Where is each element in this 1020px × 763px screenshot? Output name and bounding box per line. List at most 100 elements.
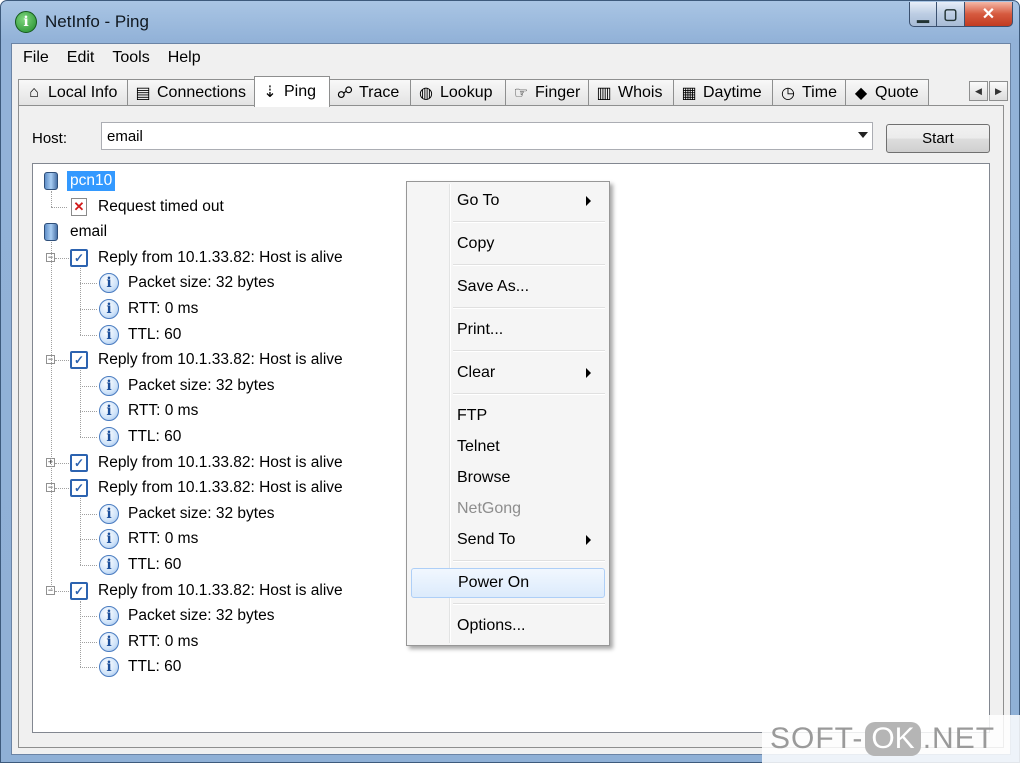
menu-separator xyxy=(453,221,605,223)
menu-help[interactable]: Help xyxy=(159,44,210,72)
menu-separator xyxy=(453,603,605,605)
tree-node-detail[interactable]: i Packet size: 32 bytes xyxy=(99,374,277,398)
window-controls: ▁ ▢ ✕ xyxy=(909,2,1013,27)
menu-bar: File Edit Tools Help xyxy=(12,44,1010,72)
tab-strip: ◀ ▶ ⌂ Local Info ▤ Connections ⇣ Ping ☍ Trace ◍ L… xyxy=(18,76,1008,107)
info-icon: i xyxy=(99,299,119,319)
tab-scroll-left-button[interactable]: ◀ xyxy=(969,81,988,101)
info-icon: i xyxy=(99,503,119,524)
menu-separator xyxy=(453,350,605,352)
tree-node-detail[interactable]: i RTT: 0 ms xyxy=(99,297,201,321)
tree-node-detail[interactable]: i RTT: 0 ms xyxy=(99,527,201,551)
ctx-item-clear[interactable]: Clear xyxy=(411,358,605,388)
reply-icon: ✓ xyxy=(69,453,89,473)
ctx-item-print[interactable]: Print... xyxy=(411,315,605,345)
ctx-item-go-to[interactable]: Go To xyxy=(411,186,605,216)
calendar-icon: ▦ xyxy=(681,84,697,102)
host-computer-icon xyxy=(41,171,61,191)
tab-trace[interactable]: ☍ Trace xyxy=(329,79,411,105)
tree-node-reply[interactable]: ✓ Reply from 10.1.33.82: Host is alive xyxy=(69,476,346,500)
minimize-button[interactable]: ▁ xyxy=(909,2,937,27)
tab-finger[interactable]: ☞ Finger xyxy=(505,79,589,105)
ctx-item-label: Power On xyxy=(458,574,530,591)
context-menu: Go To Copy Save As... Print... Clear FTP Telne… xyxy=(406,181,610,646)
start-button[interactable]: Start xyxy=(886,124,990,153)
tree-node-reply[interactable]: ✓ Reply from 10.1.33.82: Host is alive xyxy=(69,579,346,603)
tab-time[interactable]: ◷ Time xyxy=(772,79,846,105)
tree-node-detail[interactable]: i TTL: 60 xyxy=(99,553,184,577)
book-icon: ▥ xyxy=(596,84,612,102)
menu-edit[interactable]: Edit xyxy=(58,44,104,72)
tree-node-detail-label: Packet size: 32 bytes xyxy=(128,504,275,522)
ctx-item-send-to[interactable]: Send To xyxy=(411,525,605,555)
tree-node-reply-label: Reply from 10.1.33.82: Host is alive xyxy=(98,351,343,369)
tab-label: Quote xyxy=(875,83,919,101)
maximize-button[interactable]: ▢ xyxy=(937,2,965,27)
info-icon: i xyxy=(99,555,119,575)
ctx-item-power-on[interactable]: Power On xyxy=(411,568,605,598)
tree-node-detail[interactable]: i TTL: 60 xyxy=(99,425,184,449)
dropdown-arrow-icon[interactable] xyxy=(858,132,868,138)
tree-node-detail[interactable]: i TTL: 60 xyxy=(99,323,184,347)
reply-icon: ✓ xyxy=(69,478,89,498)
host-label: Host: xyxy=(32,130,68,147)
tree-node-detail[interactable]: i RTT: 0 ms xyxy=(99,399,201,423)
tab-quote[interactable]: ◆ Quote xyxy=(845,79,929,105)
host-computer-icon xyxy=(41,222,61,242)
tree-node-host[interactable]: pcn10 xyxy=(41,169,116,193)
host-input[interactable]: email xyxy=(107,128,143,145)
info-icon: i xyxy=(99,375,119,396)
tab-ping[interactable]: ⇣ Ping xyxy=(254,76,330,107)
ctx-item-browse[interactable]: Browse xyxy=(411,463,605,493)
ctx-item-label: Clear xyxy=(457,364,496,381)
tree-node-detail-label: TTL: 60 xyxy=(128,658,182,676)
tree-node-detail[interactable]: i Packet size: 32 bytes xyxy=(99,271,277,295)
tree-node-detail-label: RTT: 0 ms xyxy=(128,530,199,548)
watermark-text-net: .NET xyxy=(922,722,996,755)
ping-icon: ⇣ xyxy=(263,84,277,101)
tree-node-error[interactable]: ✕ Request timed out xyxy=(69,195,227,219)
menu-separator xyxy=(453,560,605,562)
finger-icon: ☞ xyxy=(513,84,529,102)
tab-label: Trace xyxy=(359,83,400,101)
tab-local-info[interactable]: ⌂ Local Info xyxy=(18,79,128,105)
tree-node-detail[interactable]: i TTL: 60 xyxy=(99,655,184,679)
tab-daytime[interactable]: ▦ Daytime xyxy=(673,79,773,105)
host-combobox[interactable]: email xyxy=(101,122,873,150)
quote-book-icon: ◆ xyxy=(854,84,868,102)
ctx-item-copy[interactable]: Copy xyxy=(411,229,605,259)
tree-node-reply[interactable]: ✓ Reply from 10.1.33.82: Host is alive xyxy=(69,246,346,270)
tree-node-reply-label: Reply from 10.1.33.82: Host is alive xyxy=(98,248,343,266)
tab-scroll-right-button[interactable]: ▶ xyxy=(989,81,1008,101)
trace-icon: ☍ xyxy=(336,84,354,102)
ctx-item-ftp[interactable]: FTP xyxy=(411,401,605,431)
menu-tools[interactable]: Tools xyxy=(103,44,158,72)
tree-node-reply[interactable]: ✓ Reply from 10.1.33.82: Host is alive xyxy=(69,451,346,475)
ctx-item-label: Go To xyxy=(457,192,500,209)
tree-node-detail[interactable]: i RTT: 0 ms xyxy=(99,630,201,654)
tab-lookup[interactable]: ◍ Lookup xyxy=(410,79,506,105)
tree-node-detail-label: RTT: 0 ms xyxy=(128,402,199,420)
ctx-item-telnet[interactable]: Telnet xyxy=(411,432,605,462)
tree-node-detail[interactable]: i Packet size: 32 bytes xyxy=(99,604,277,628)
tab-scroll-buttons: ◀ ▶ xyxy=(969,81,1008,101)
tree-node-detail-label: Packet size: 32 bytes xyxy=(128,607,275,625)
title-bar[interactable]: i NetInfo - Ping ▁ ▢ ✕ xyxy=(1,1,1019,43)
watermark-text-soft: SOFT- xyxy=(770,722,864,755)
menu-file[interactable]: File xyxy=(14,44,58,72)
ctx-item-options[interactable]: Options... xyxy=(411,611,605,641)
close-button[interactable]: ✕ xyxy=(965,2,1013,27)
tree-node-host-label: pcn10 xyxy=(67,171,116,191)
tab-whois[interactable]: ▥ Whois xyxy=(588,79,674,105)
info-icon: i xyxy=(99,529,119,550)
ctx-item-save-as[interactable]: Save As... xyxy=(411,272,605,302)
info-icon: i xyxy=(99,401,119,422)
tab-connections[interactable]: ▤ Connections xyxy=(127,79,255,105)
tab-label: Finger xyxy=(535,83,581,101)
tree-node-host[interactable]: email xyxy=(41,220,110,244)
info-icon: i xyxy=(99,324,119,345)
tab-label: Local Info xyxy=(48,83,118,101)
tree-node-reply-label: Reply from 10.1.33.82: Host is alive xyxy=(98,453,343,471)
tree-node-detail[interactable]: i Packet size: 32 bytes xyxy=(99,502,277,526)
tree-node-reply[interactable]: ✓ Reply from 10.1.33.82: Host is alive xyxy=(69,348,346,372)
